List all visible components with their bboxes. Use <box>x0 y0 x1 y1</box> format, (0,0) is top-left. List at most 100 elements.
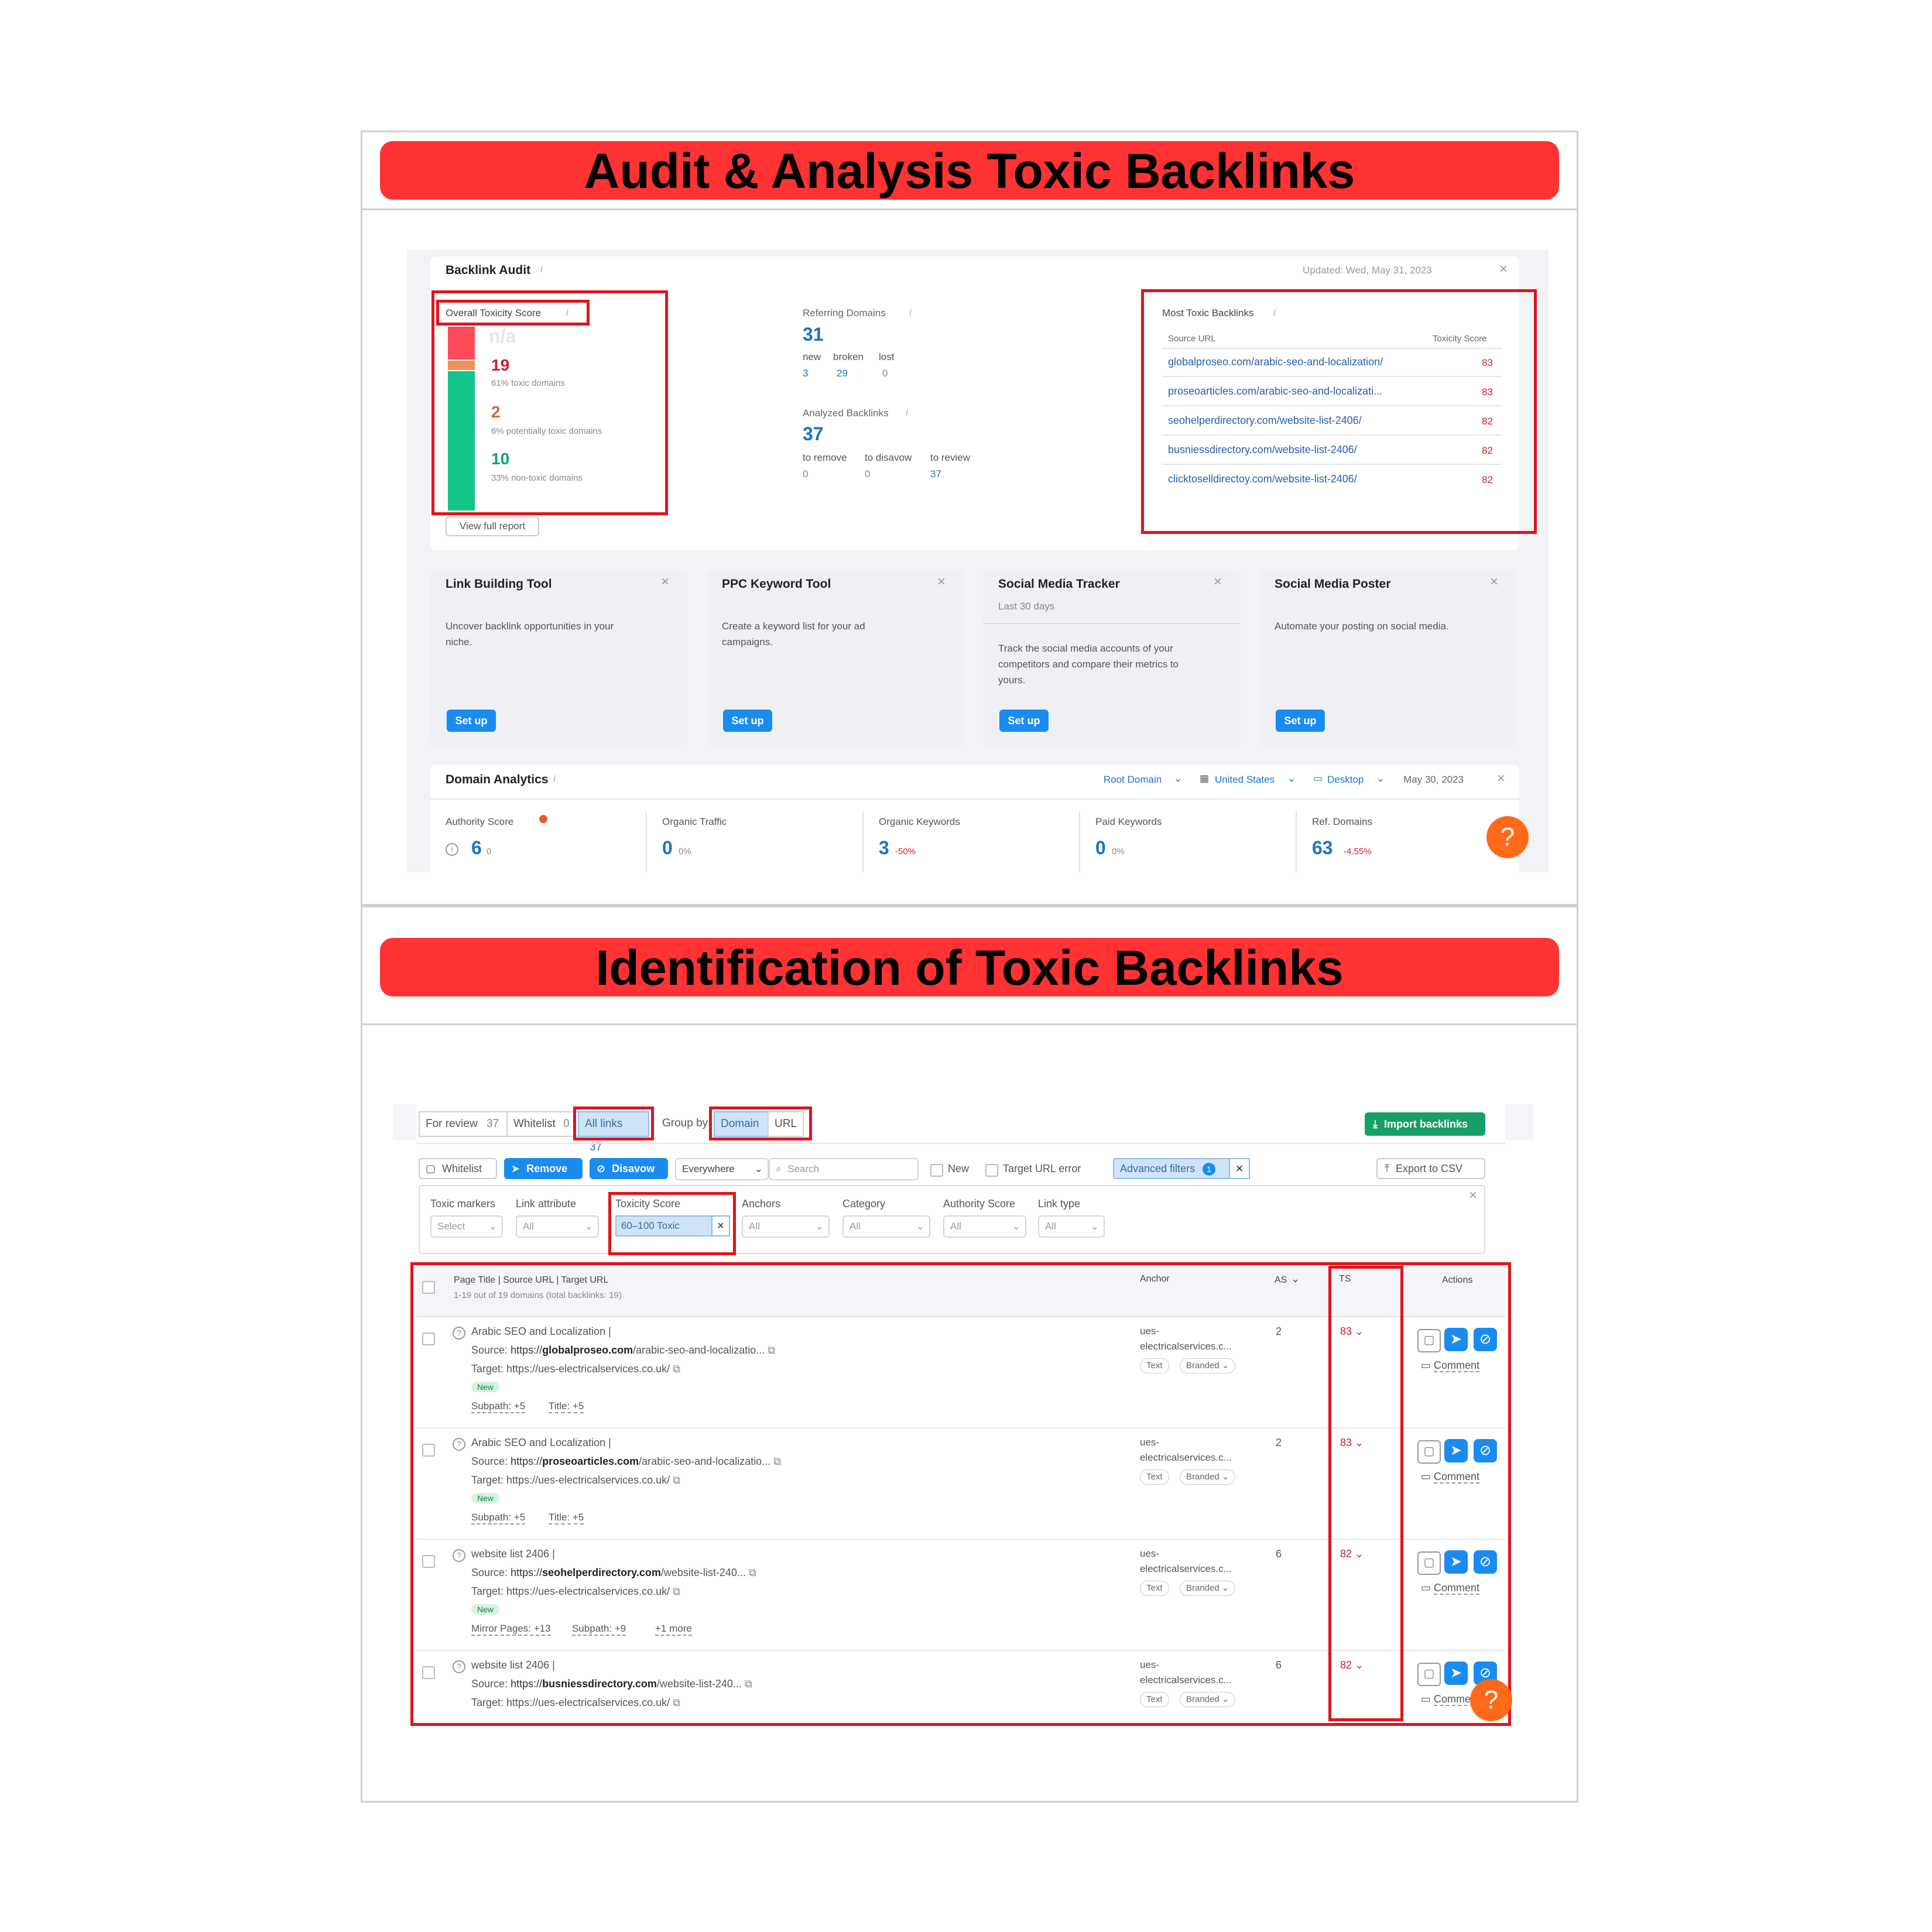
group-by-highlight <box>709 1107 812 1140</box>
remove-button[interactable]: ➤ Remove <box>504 1158 583 1179</box>
advanced-label: Advanced filters <box>1120 1163 1195 1174</box>
table-highlight <box>410 1262 1511 1726</box>
metric-value[interactable]: 0 <box>1095 837 1106 859</box>
backlink-audit-title: Backlink Audit <box>446 263 531 277</box>
metric-delta: 0% <box>1112 847 1125 857</box>
category-select[interactable]: All ⌄ <box>842 1215 930 1238</box>
tab-whitelist[interactable]: Whitelist 0 <box>506 1111 579 1137</box>
set-up-button[interactable]: Set up <box>1276 710 1325 732</box>
to-remove-label: to remove <box>803 452 847 463</box>
metric-delta: 0 <box>487 847 492 857</box>
rd-broken-label: broken <box>833 351 864 362</box>
tab-for-review[interactable]: For review 37 <box>419 1111 508 1137</box>
search-input[interactable]: ⌕ Search <box>769 1158 919 1180</box>
disavow-button[interactable]: ⊘ Disavow <box>590 1158 668 1179</box>
set-up-button[interactable]: Set up <box>447 710 496 732</box>
select-value: Select <box>437 1221 465 1232</box>
advanced-filters-button[interactable]: Advanced filters 1 <box>1113 1158 1230 1179</box>
tool-sub: Last 30 days <box>998 601 1055 612</box>
country-select[interactable]: United States <box>1215 774 1275 786</box>
close-icon[interactable]: × <box>1497 770 1505 787</box>
metric-value[interactable]: 0 <box>662 837 673 859</box>
divider <box>362 208 1577 210</box>
desktop-icon: ▭ <box>1313 773 1323 784</box>
download-icon: ⤓ <box>1373 1118 1378 1130</box>
authority-score-select[interactable]: All ⌄ <box>943 1215 1026 1238</box>
filter-label: Link type <box>1038 1198 1081 1210</box>
view-full-report-button[interactable]: View full report <box>446 516 539 536</box>
domain-analytics-title: Domain Analytics <box>446 773 549 786</box>
advanced-count: 1 <box>1203 1163 1216 1176</box>
set-up-button[interactable]: Set up <box>723 710 772 732</box>
to-disavow-label: to disavow <box>865 452 912 463</box>
filter-label: Anchors <box>742 1198 781 1210</box>
toxicity-score-highlight <box>608 1192 736 1255</box>
device-select[interactable]: Desktop <box>1327 774 1364 786</box>
close-icon[interactable]: × <box>1214 574 1222 590</box>
set-up-button[interactable]: Set up <box>999 710 1049 732</box>
target-error-label: Target URL error <box>1003 1163 1081 1174</box>
tool-desc: niche. <box>446 636 472 648</box>
new-checkbox[interactable] <box>930 1164 943 1177</box>
tool-title: PPC Keyword Tool <box>722 577 831 591</box>
filter-label: Toxic markers <box>430 1198 496 1210</box>
export-label: Export to CSV <box>1395 1163 1463 1174</box>
chevron-down-icon: ⌄ <box>1174 773 1183 784</box>
clear-filters-button[interactable]: × <box>1229 1158 1250 1179</box>
select-value: All <box>950 1221 961 1232</box>
chevron-down-icon: ⌄ <box>916 1221 924 1232</box>
anchors-select[interactable]: All ⌄ <box>742 1215 830 1238</box>
close-icon[interactable]: × <box>1469 1187 1477 1204</box>
link-type-select[interactable]: All ⌄ <box>1038 1215 1105 1238</box>
close-icon[interactable]: × <box>1499 261 1508 278</box>
to-disavow: 0 <box>865 468 871 479</box>
filter-label: Category <box>842 1198 886 1210</box>
metric-label: Ref. Domains <box>1312 816 1372 827</box>
link-attribute-select[interactable]: All ⌄ <box>516 1215 599 1238</box>
chevron-down-icon: ⌄ <box>1376 773 1385 784</box>
referring-domains-label: Referring Domains <box>803 307 886 318</box>
divider <box>416 1143 1505 1144</box>
export-csv-button[interactable]: ⤒ Export to CSV <box>1376 1158 1485 1179</box>
select-value: All <box>849 1221 861 1232</box>
root-domain-select[interactable]: Root Domain <box>1104 774 1162 786</box>
chevron-down-icon: ⌄ <box>754 1163 763 1174</box>
whitelist-icon: ▢ <box>426 1163 436 1174</box>
to-review[interactable]: 37 <box>930 468 941 480</box>
close-icon[interactable]: × <box>1490 574 1498 590</box>
tool-desc: Uncover backlink opportunities in your <box>446 621 614 632</box>
metric-label: Organic Traffic <box>662 816 727 827</box>
search-icon: ⌕ <box>776 1163 782 1174</box>
identification-card: Identification of Toxic Backlinks For re… <box>361 906 1578 1803</box>
info-icon: i <box>540 263 543 275</box>
help-button[interactable]: ? <box>1470 1679 1512 1721</box>
link-building-card: Link Building Tool × Uncover backlink op… <box>430 570 688 746</box>
divider <box>362 1023 1577 1025</box>
send-icon: ➤ <box>511 1163 520 1174</box>
rd-lost-label: lost <box>879 351 895 362</box>
rd-broken[interactable]: 29 <box>837 368 848 379</box>
select-value: Everywhere <box>682 1163 735 1174</box>
info-icon: i <box>906 407 908 418</box>
analyzed-backlinks-value[interactable]: 37 <box>803 423 824 445</box>
tool-title: Social Media Poster <box>1275 577 1391 591</box>
to-review-label: to review <box>930 452 971 463</box>
referring-domains-value[interactable]: 31 <box>803 324 824 345</box>
metric-value[interactable]: 3 <box>879 837 889 859</box>
toxic-markers-select[interactable]: Select ⌄ <box>430 1215 503 1238</box>
metric-value[interactable]: 6 <box>471 837 482 859</box>
tool-desc: yours. <box>998 674 1026 686</box>
metric-value[interactable]: 63 <box>1312 837 1333 859</box>
whitelist-button[interactable]: ▢ Whitelist <box>419 1158 497 1179</box>
divider <box>862 811 864 872</box>
import-backlinks-button[interactable]: ⤓ Import backlinks <box>1365 1112 1485 1136</box>
target-error-checkbox[interactable] <box>985 1164 998 1177</box>
help-button[interactable]: ? <box>1486 816 1529 858</box>
remove-label: Remove <box>526 1163 568 1174</box>
close-icon[interactable]: × <box>661 574 669 590</box>
rd-new[interactable]: 3 <box>803 368 808 379</box>
updated-date: Updated: Wed, May 31, 2023 <box>1303 265 1432 276</box>
everywhere-select[interactable]: Everywhere ⌄ <box>675 1158 769 1180</box>
close-icon[interactable]: × <box>937 574 946 590</box>
metric-label: Organic Keywords <box>879 816 960 827</box>
